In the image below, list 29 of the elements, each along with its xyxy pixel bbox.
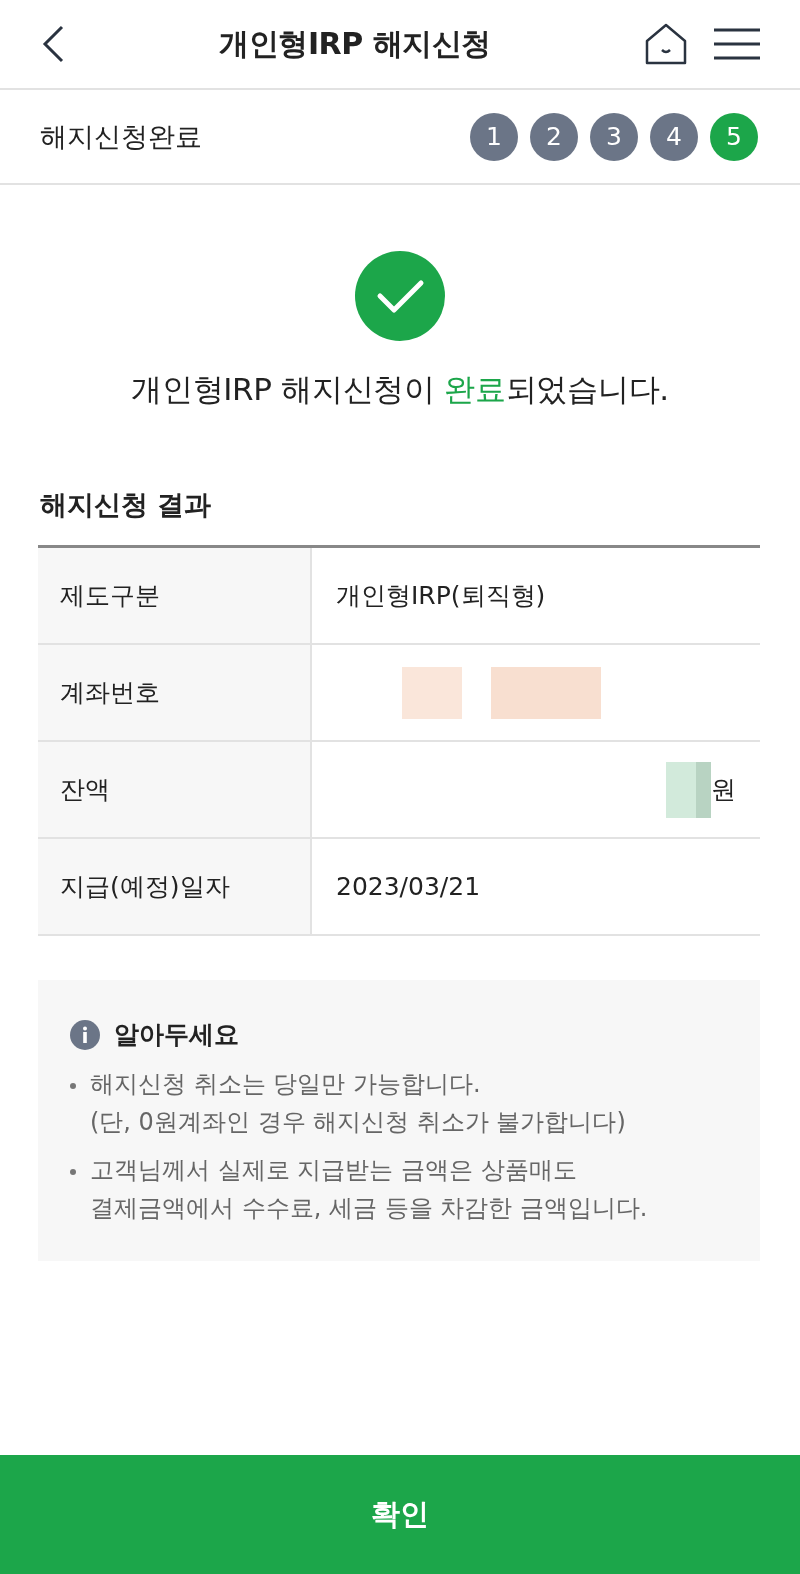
confirm-button[interactable]: 확인 (0, 1455, 800, 1574)
step-indicator: 4 (650, 112, 698, 161)
step-label: 해지신청완료 (40, 119, 203, 154)
redaction-block (402, 666, 462, 719)
info-icon (70, 1019, 100, 1050)
notice-text: 고객님께서 실제로 지급받는 금액은 상품매도 결제금액에서 수수료, 세금 등을 차감한 금액입니다. (90, 1155, 648, 1224)
field-label: 잔액 (38, 742, 312, 837)
field-value: 원 (711, 774, 736, 806)
menu-icon[interactable] (714, 28, 760, 60)
bullet-dot (70, 1169, 76, 1175)
completion-message: 개인형IRP 해지신청이 완료되었습니다. (131, 370, 669, 409)
page-title: 개인형IRP 해지신청 (218, 24, 492, 63)
field-label: 지급(예정)일자 (38, 839, 312, 934)
field-value: 개인형IRP(퇴직형) (336, 580, 546, 612)
field-label: 제도구분 (38, 548, 312, 643)
notice-title: 알아두세요 (114, 1019, 239, 1051)
bullet-dot (70, 1083, 76, 1089)
step-indicator: 3 (590, 112, 638, 161)
field-value: 2023/03/21 (336, 872, 481, 901)
field-label: 계좌번호 (38, 645, 312, 740)
step-indicator: 2 (530, 112, 578, 161)
redaction-block (666, 761, 711, 818)
back-icon[interactable] (40, 24, 66, 64)
check-circle-icon (355, 251, 445, 341)
notice-text: 해지신청 취소는 당일만 가능합니다. (단, 0원계좌인 경우 해지신청 취소가 불가합니다) (90, 1069, 626, 1138)
step-indicator: 1 (470, 112, 518, 161)
home-icon[interactable] (644, 23, 688, 65)
step-indicator: 5 (710, 112, 758, 161)
section-title: 해지신청 결과 (40, 488, 213, 522)
